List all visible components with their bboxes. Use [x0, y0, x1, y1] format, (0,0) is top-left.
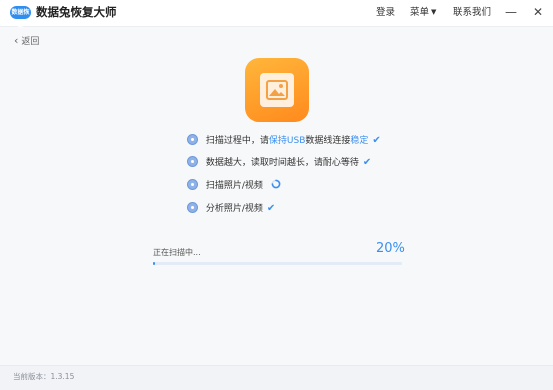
caret-down-icon: ▼ — [431, 8, 437, 16]
check-icon: ✔ — [362, 157, 372, 168]
menu-label: 菜单 — [410, 7, 430, 18]
minimize-button[interactable]: — — [503, 3, 519, 21]
step-status-icon — [187, 134, 198, 145]
step-item: 扫描过程中，请保持USB数据线连接稳定 ✔ — [187, 134, 381, 148]
step-text: 数据越大，读取时间越长，请耐心等待 — [205, 158, 359, 168]
back-button[interactable]: ‹ 返回 — [14, 34, 39, 49]
progress-bar — [153, 262, 402, 265]
image-icon — [266, 80, 288, 100]
step-item: 数据越大，读取时间越长，请耐心等待 ✔ — [187, 156, 371, 170]
menu-button[interactable]: 菜单 ▼ — [410, 6, 436, 19]
step-text: 扫描过程中，请 — [205, 136, 269, 146]
back-label: 返回 — [21, 37, 40, 47]
loading-spinner-icon — [271, 179, 281, 189]
check-icon: ✔ — [266, 203, 276, 214]
photo-hero-icon — [245, 58, 309, 122]
step-highlight: 稳定 — [350, 136, 369, 146]
step-text-middle: 数据线连接 — [305, 136, 351, 146]
chevron-left-icon: ‹ — [14, 34, 19, 47]
progress-percent: 20% — [376, 241, 405, 256]
title-bar: 数据恢复 数据兔恢复大师 登录 菜单 ▼ 联系我们 — ✕ — [0, 0, 553, 29]
step-status-icon — [187, 202, 198, 213]
progress-bar-fill — [153, 262, 156, 265]
footer-bar — [0, 365, 553, 390]
contact-us-button[interactable]: 联系我们 — [453, 6, 491, 19]
step-text: 分析照片/视频 — [205, 204, 263, 214]
check-icon: ✔ — [372, 135, 381, 146]
progress-label: 正在扫描中... — [153, 248, 201, 257]
app-title: 数据兔恢复大师 — [36, 5, 117, 19]
step-status-icon — [187, 179, 198, 190]
hero-image-frame — [260, 73, 294, 107]
step-text: 扫描照片/视频 — [205, 181, 263, 191]
version-text: 当前版本：1.3.15 — [13, 372, 75, 381]
step-highlight: 保持USB — [268, 136, 306, 146]
login-button[interactable]: 登录 — [376, 6, 395, 19]
step-item: 分析照片/视频 ✔ — [187, 202, 275, 216]
close-button[interactable]: ✕ — [530, 3, 546, 21]
step-status-icon — [187, 156, 198, 167]
app-logo-icon: 数据恢复 — [10, 6, 31, 29]
step-item: 扫描照片/视频 — [187, 179, 281, 193]
